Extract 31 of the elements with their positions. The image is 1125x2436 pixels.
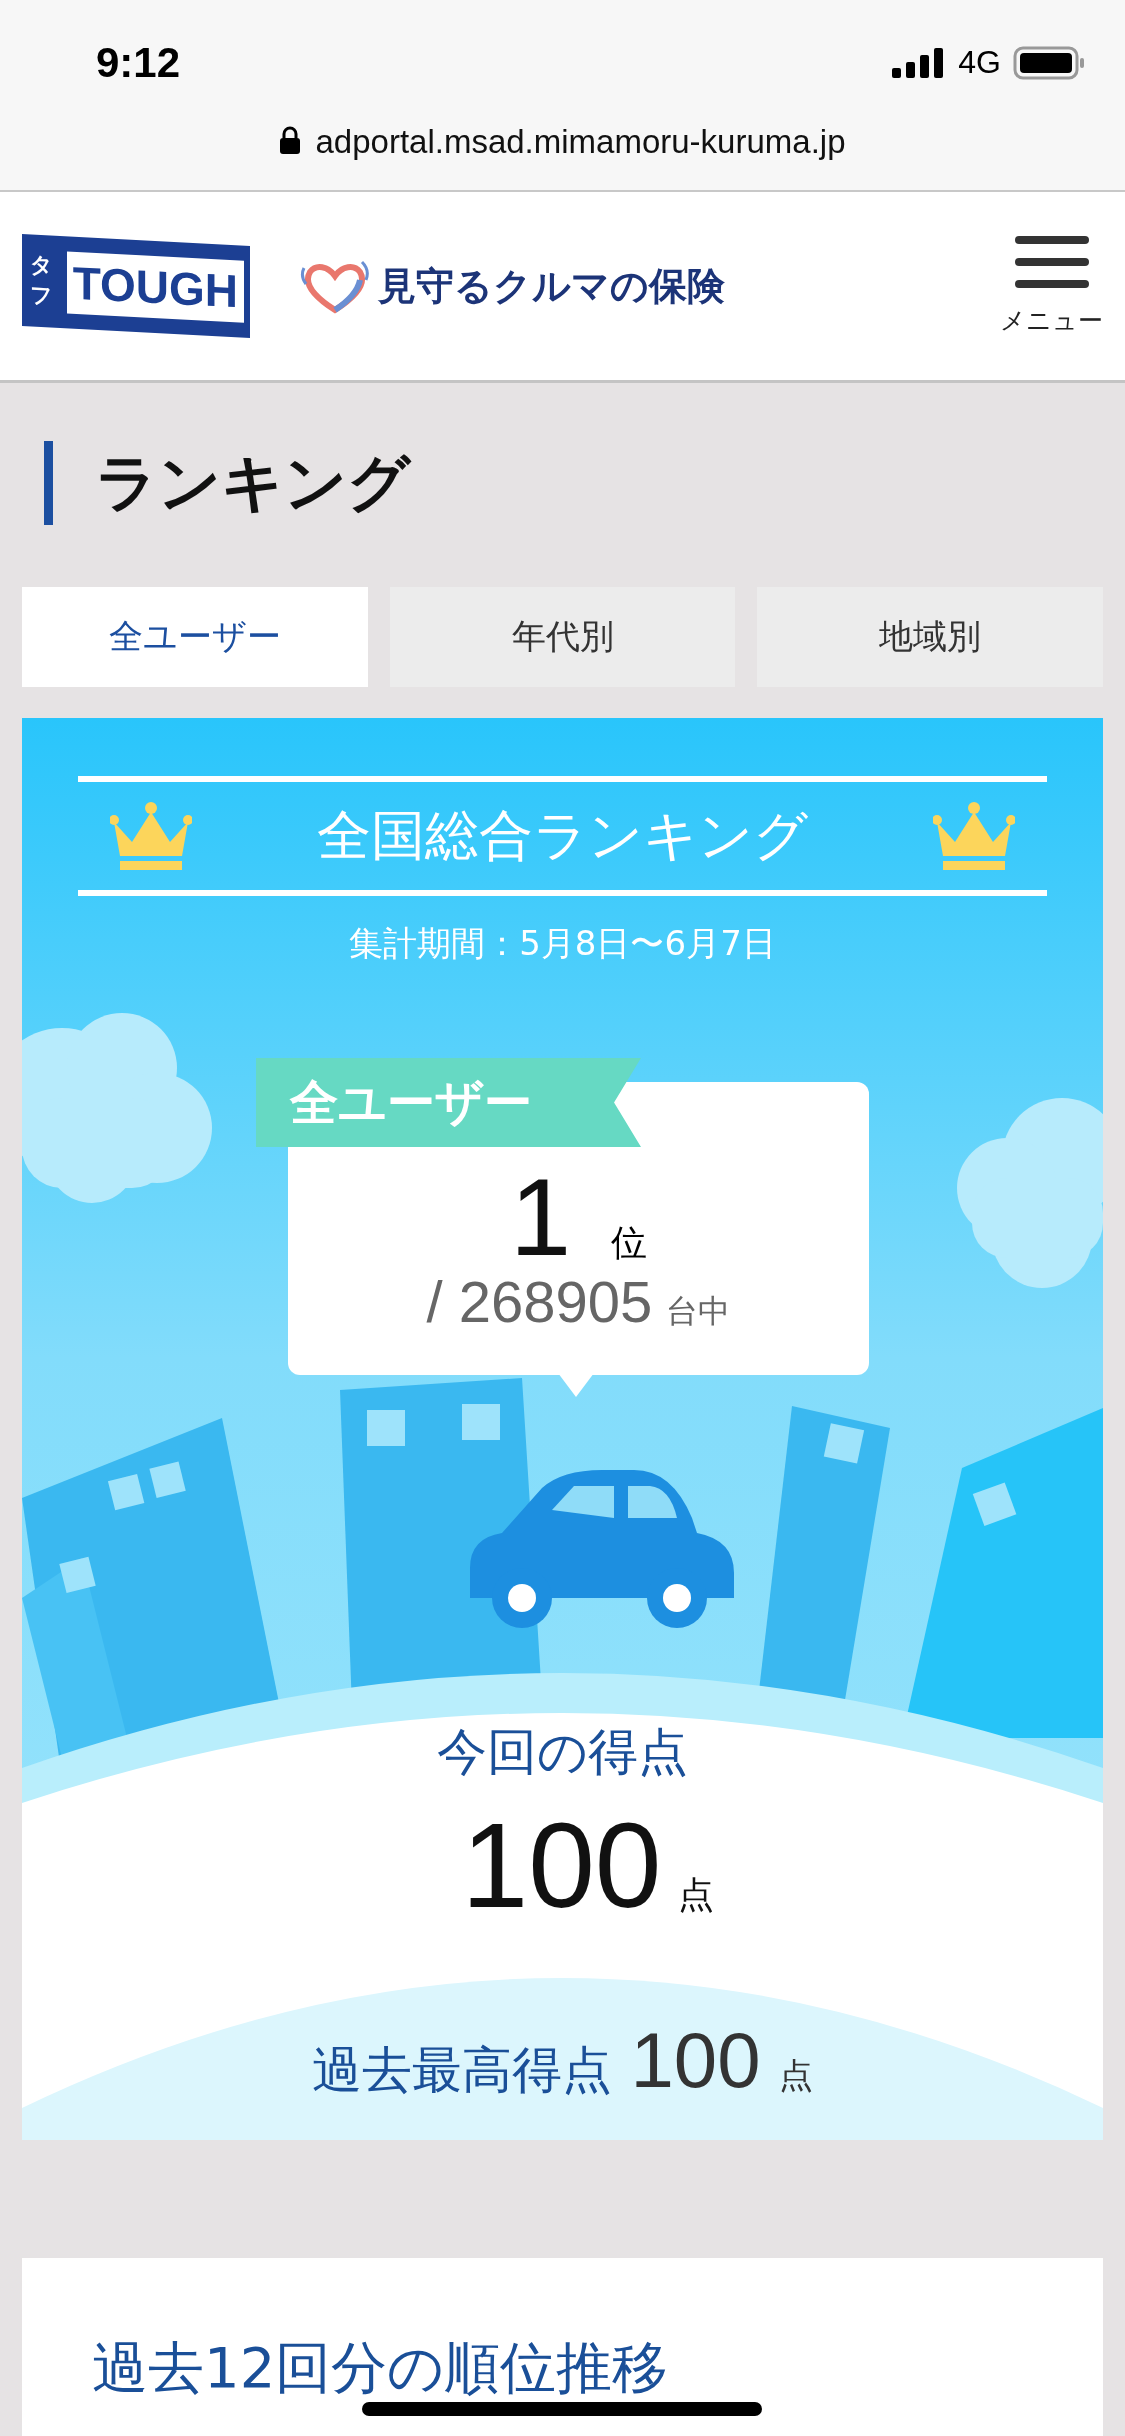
brand-name: 見守るクルマの保険 bbox=[378, 262, 725, 310]
best-score-label: 過去最高得点 bbox=[312, 2040, 613, 2101]
rank-number: 1 bbox=[509, 1162, 572, 1272]
logo-text: TOUGH bbox=[66, 251, 244, 323]
tab[interactable]: 年代別 bbox=[389, 587, 736, 687]
rank-unit: 位 bbox=[611, 1221, 648, 1265]
status-time: 9:12 bbox=[96, 38, 181, 87]
crown-icon bbox=[933, 800, 1015, 872]
car-icon bbox=[470, 1470, 734, 1628]
score-label: 今回の得点 bbox=[437, 1722, 688, 1782]
period-text: 集計期間：5月8日〜6月7日 bbox=[349, 922, 776, 965]
total-unit: 台中 bbox=[666, 1291, 731, 1332]
battery-icon bbox=[1013, 45, 1085, 80]
crown-icon bbox=[110, 800, 192, 872]
ribbon-tag: 全ユーザー bbox=[256, 1058, 641, 1147]
logo-side-text: タフ bbox=[30, 251, 54, 311]
tab[interactable]: 地域別 bbox=[757, 587, 1103, 687]
best-score-unit: 点 bbox=[778, 2054, 813, 2097]
score-unit: 点 bbox=[677, 1873, 714, 1917]
score-value: 100 bbox=[461, 1805, 662, 1925]
total-count: / 268905 bbox=[426, 1272, 653, 1332]
heart-icon bbox=[300, 258, 370, 314]
lock-icon bbox=[279, 125, 302, 155]
menu-button[interactable]: メニュー bbox=[1000, 235, 1103, 337]
best-score-value: 100 bbox=[630, 2015, 761, 2106]
tab[interactable]: 全ユーザー bbox=[22, 587, 368, 687]
network-label: 4G bbox=[958, 44, 1001, 81]
menu-icon bbox=[1014, 235, 1089, 288]
history-title: 過去12回分の順位推移 bbox=[92, 2335, 669, 2400]
page-title: ランキング bbox=[44, 441, 1103, 525]
ranking-title: 全国総合ランキング bbox=[317, 802, 808, 869]
